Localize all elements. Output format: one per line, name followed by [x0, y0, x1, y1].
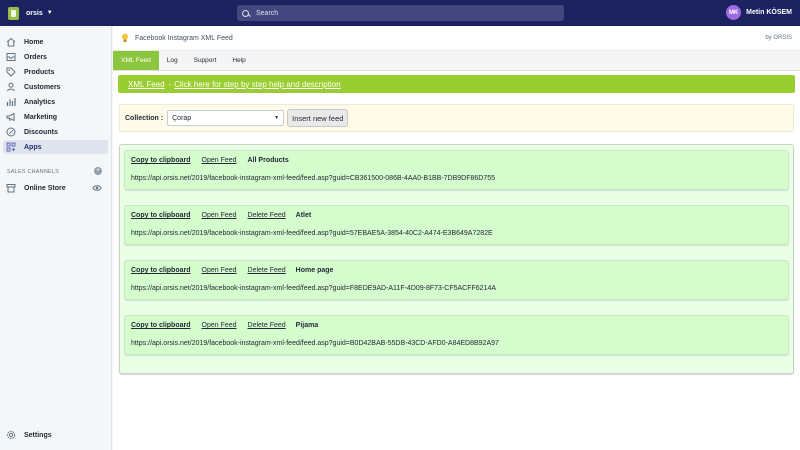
sidebar-item-analytics[interactable]: Analytics: [3, 95, 108, 109]
feed-item: Copy to clipboard Open Feed Delete Feed …: [124, 315, 789, 355]
feed-name: All Products: [247, 157, 289, 164]
store-name: orsis: [26, 9, 43, 17]
tag-icon: [6, 67, 16, 77]
help-link[interactable]: Click here for step by step help and des…: [174, 80, 340, 89]
feed-name: Home page: [295, 267, 334, 274]
sidebar-item-label: Discounts: [24, 128, 58, 136]
feed-url: https://api.orsis.net/2019/facebook-inst…: [131, 175, 496, 182]
gear-icon: [6, 430, 16, 440]
top-bar: orsis ▼ Search MK Metin KÖSEM: [0, 0, 800, 26]
store-icon: [6, 183, 16, 193]
sidebar-item-label: Settings: [24, 431, 52, 439]
app-title: Facebook Instagram XML Feed: [135, 34, 233, 42]
shopify-logo-icon: [8, 6, 19, 20]
collection-label: Collection :: [125, 114, 164, 122]
sidebar-item-label: Home: [24, 38, 44, 46]
open-feed-link[interactable]: Open Feed: [202, 267, 237, 274]
avatar: MK: [726, 5, 742, 20]
sidebar-item-settings[interactable]: Settings: [3, 428, 108, 442]
sidebar-item-label: Orders: [24, 53, 47, 61]
sidebar-item-label: Products: [24, 68, 55, 76]
add-channel-icon[interactable]: +: [94, 167, 102, 175]
collection-select[interactable]: Çorap ▼: [167, 110, 285, 126]
discount-icon: [6, 127, 16, 137]
tab-xml-feed[interactable]: XML Feed: [113, 51, 159, 70]
sidebar-item-home[interactable]: Home: [3, 35, 108, 49]
tab-log[interactable]: Log: [159, 51, 186, 70]
apps-icon: [6, 142, 16, 152]
store-switcher[interactable]: orsis ▼: [8, 6, 128, 20]
xml-feed-link[interactable]: XML Feed: [128, 80, 165, 89]
feed-name: Atlet: [295, 212, 312, 219]
megaphone-icon: [6, 112, 16, 122]
search-input[interactable]: Search: [237, 5, 564, 21]
sidebar-item-label: Online Store: [24, 184, 66, 192]
chevron-down-icon: ▼: [274, 115, 280, 121]
user-menu[interactable]: MK Metin KÖSEM: [726, 5, 792, 20]
search-icon: [242, 9, 249, 17]
sidebar-item-discounts[interactable]: Discounts: [3, 125, 108, 139]
banner-separator: -: [168, 79, 172, 89]
sidebar-item-online-store[interactable]: Online Store: [3, 181, 108, 195]
search-placeholder: Search: [256, 9, 279, 17]
feed-item: Copy to clipboard Open Feed All Products…: [124, 150, 789, 190]
copy-to-clipboard-button[interactable]: Copy to clipboard: [131, 157, 191, 164]
insert-feed-button[interactable]: Insert new feed: [287, 109, 349, 127]
sidebar-item-customers[interactable]: Customers: [3, 80, 108, 94]
sidebar-item-label: Apps: [24, 143, 42, 151]
copy-to-clipboard-button[interactable]: Copy to clipboard: [131, 322, 191, 329]
app-header: Facebook Instagram XML Feed by ORSIS: [113, 26, 800, 51]
caret-down-icon: ▼: [46, 10, 53, 16]
person-icon: [6, 82, 16, 92]
sidebar-item-orders[interactable]: Orders: [3, 50, 108, 64]
copy-to-clipboard-button[interactable]: Copy to clipboard: [131, 212, 191, 219]
tab-bar: XML Feed Log Support Help: [113, 51, 800, 71]
feed-list: Copy to clipboard Open Feed All Products…: [119, 144, 794, 374]
sidebar-item-label: Marketing: [24, 113, 58, 121]
feed-item: Copy to clipboard Open Feed Delete Feed …: [124, 260, 789, 300]
sidebar-item-marketing[interactable]: Marketing: [3, 110, 108, 124]
open-feed-link[interactable]: Open Feed: [202, 212, 237, 219]
feed-url: https://api.orsis.net/2019/facebook-inst…: [131, 285, 497, 292]
user-name: Metin KÖSEM: [746, 9, 792, 16]
chart-icon: [6, 97, 16, 107]
tab-help[interactable]: Help: [224, 51, 253, 70]
delete-feed-link[interactable]: Delete Feed: [248, 322, 286, 329]
eye-icon[interactable]: [92, 183, 102, 193]
home-icon: [6, 37, 16, 47]
open-feed-link[interactable]: Open Feed: [202, 157, 237, 164]
help-banner: XML Feed - Click here for step by step h…: [118, 75, 795, 93]
lightbulb-icon: [121, 33, 129, 43]
app-frame: Facebook Instagram XML Feed by ORSIS XML…: [113, 26, 800, 450]
sidebar-item-products[interactable]: Products: [3, 65, 108, 79]
sales-channels-header: SALES CHANNELS: [7, 169, 60, 175]
delete-feed-link[interactable]: Delete Feed: [248, 212, 286, 219]
copy-to-clipboard-button[interactable]: Copy to clipboard: [131, 267, 191, 274]
open-feed-link[interactable]: Open Feed: [202, 322, 237, 329]
collection-selected-value: Çorap: [172, 114, 192, 122]
delete-feed-link[interactable]: Delete Feed: [248, 267, 286, 274]
sidebar-item-label: Customers: [24, 83, 61, 91]
byline: by ORSIS: [765, 35, 792, 41]
sidebar-item-apps[interactable]: Apps: [3, 140, 108, 154]
feed-item: Copy to clipboard Open Feed Delete Feed …: [124, 205, 789, 245]
feed-url: https://api.orsis.net/2019/facebook-inst…: [131, 230, 493, 237]
collection-form: Collection : Çorap ▼ Insert new feed: [119, 104, 794, 132]
feed-name: Pijama: [295, 322, 319, 329]
tab-support[interactable]: Support: [186, 51, 225, 70]
orders-icon: [6, 52, 16, 62]
sidebar: Home Orders Products Customers Analytics…: [0, 26, 112, 450]
sidebar-item-label: Analytics: [24, 98, 56, 106]
feed-url: https://api.orsis.net/2019/facebook-inst…: [131, 340, 499, 347]
